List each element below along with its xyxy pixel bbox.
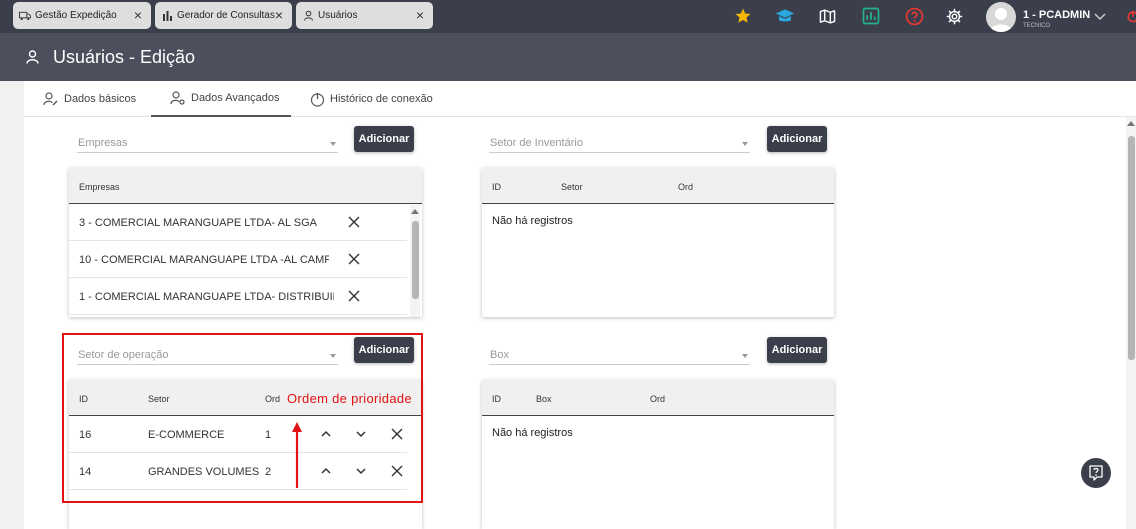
- remove-icon[interactable]: [347, 289, 361, 306]
- column-header-setor: Setor: [561, 182, 583, 192]
- user-icon: [26, 50, 39, 67]
- analytics-icon[interactable]: [860, 5, 882, 27]
- empty-message: Não há registros: [492, 427, 573, 439]
- page-header: Usuários - Edição: [0, 33, 1136, 81]
- box-placeholder: Box: [490, 349, 509, 361]
- tab-label: Histórico de conexão: [330, 93, 433, 105]
- tab-dados-avancados[interactable]: Dados Avançados: [151, 81, 291, 117]
- scrollbar-thumb[interactable]: [412, 221, 419, 299]
- empresa-name: 1 - COMERCIAL MARANGUAPE LTDA- DISTRIBUI…: [79, 291, 334, 303]
- browser-tab-label: Usuários: [318, 10, 358, 21]
- graduation-cap-icon[interactable]: [774, 5, 796, 27]
- scroll-up-icon[interactable]: [411, 209, 419, 214]
- box-table: ID Box Ord Não há registros: [482, 380, 834, 529]
- column-header-empresas: Empresas: [79, 182, 120, 192]
- annotation-arrow-icon: [292, 422, 302, 488]
- chevron-down-icon[interactable]: [1094, 10, 1106, 24]
- browser-tab-usuarios[interactable]: Usuários ×: [296, 2, 433, 29]
- add-box-button[interactable]: Adicionar: [767, 337, 827, 363]
- empty-message: Não há registros: [492, 215, 573, 227]
- power-icon[interactable]: [1127, 5, 1136, 27]
- help-circle-icon[interactable]: [903, 5, 925, 27]
- tab-dados-basicos[interactable]: Dados básicos: [43, 81, 136, 117]
- column-header-ord: Ord: [678, 182, 694, 192]
- table-row: 1 - COMERCIAL MARANGUAPE LTDA- DISTRIBUI…: [69, 279, 407, 315]
- caret-down-icon: [742, 354, 748, 358]
- column-header-box: Box: [536, 394, 552, 404]
- highlight-box: [62, 333, 423, 503]
- page-scrollbar[interactable]: [1126, 117, 1136, 529]
- remove-icon[interactable]: [347, 252, 361, 269]
- gear-icon[interactable]: [943, 5, 965, 27]
- star-icon[interactable]: [732, 5, 754, 27]
- table-header: Empresas: [69, 168, 422, 204]
- left-gutter: [0, 117, 24, 529]
- browser-tab-gestao-expedicao[interactable]: Gestão Expedição ×: [13, 2, 151, 29]
- caret-down-icon: [330, 142, 336, 146]
- scroll-up-icon[interactable]: [1127, 121, 1135, 126]
- tab-label: Dados Avançados: [191, 92, 280, 104]
- table-row: 3 - COMERCIAL MARANGUAPE LTDA- AL SGA: [69, 205, 407, 241]
- power-icon: [310, 92, 325, 107]
- add-setor-inventario-button[interactable]: Adicionar: [767, 126, 827, 152]
- user-edit-icon: [43, 92, 58, 106]
- tab-historico-conexao[interactable]: Histórico de conexão: [310, 81, 433, 117]
- empresa-name: 10 - COMERCIAL MARANGUAPE LTDA -AL CAMPI…: [79, 254, 329, 266]
- user-menu[interactable]: 1 - PCADMIN TECNICO: [986, 0, 1106, 33]
- user-name: 1 - PCADMIN: [1023, 9, 1091, 21]
- box-select[interactable]: Box: [489, 345, 750, 365]
- column-header-id: ID: [492, 182, 501, 192]
- setor-inventario-table: ID Setor Ord Não há registros: [482, 168, 834, 317]
- caret-down-icon: [742, 142, 748, 146]
- annotation-label: Ordem de prioridade: [287, 391, 412, 406]
- browser-tab-label: Gerador de Consultas: [177, 10, 275, 21]
- user-settings-icon: [170, 91, 185, 105]
- empresas-select[interactable]: Empresas: [77, 133, 338, 153]
- browser-tab-label: Gestão Expedição: [35, 10, 117, 21]
- empresas-scrollbar[interactable]: [410, 205, 420, 317]
- empresas-table: Empresas 3 - COMERCIAL MARANGUAPE LTDA- …: [69, 168, 422, 317]
- column-header-id: ID: [492, 394, 501, 404]
- add-empresa-button[interactable]: Adicionar: [354, 126, 414, 152]
- close-icon[interactable]: ×: [272, 8, 286, 22]
- page-title: Usuários - Edição: [53, 47, 196, 67]
- table-row: 10 - COMERCIAL MARANGUAPE LTDA -AL CAMPI…: [69, 242, 407, 278]
- browser-tab-gerador-consultas[interactable]: Gerador de Consultas ×: [155, 2, 292, 29]
- table-header: ID Setor Ord: [482, 168, 834, 204]
- table-header: ID Box Ord: [482, 380, 834, 416]
- section-tabs: Dados básicos Dados Avançados Histórico …: [24, 81, 1136, 117]
- column-header-ord: Ord: [650, 394, 666, 404]
- truck-icon: [19, 10, 31, 22]
- bar-chart-icon: [161, 10, 173, 22]
- empresa-name: 3 - COMERCIAL MARANGUAPE LTDA- AL SGA: [79, 217, 317, 229]
- setor-inventario-placeholder: Setor de Inventário: [490, 137, 583, 149]
- map-icon[interactable]: [816, 5, 838, 27]
- remove-icon[interactable]: [347, 215, 361, 232]
- scrollbar-thumb[interactable]: [1128, 136, 1135, 360]
- setor-inventario-select[interactable]: Setor de Inventário: [489, 133, 750, 153]
- close-icon[interactable]: ×: [131, 8, 145, 22]
- close-icon[interactable]: ×: [413, 8, 427, 22]
- user-icon: [302, 10, 314, 22]
- help-chat-button[interactable]: [1081, 458, 1111, 488]
- empresas-placeholder: Empresas: [78, 137, 128, 149]
- help-chat-icon: [1089, 465, 1103, 481]
- top-bar: Gestão Expedição × Gerador de Consultas …: [0, 0, 1136, 33]
- avatar: [986, 1, 1016, 32]
- user-role: TECNICO: [1023, 23, 1050, 29]
- tab-label: Dados básicos: [64, 93, 137, 105]
